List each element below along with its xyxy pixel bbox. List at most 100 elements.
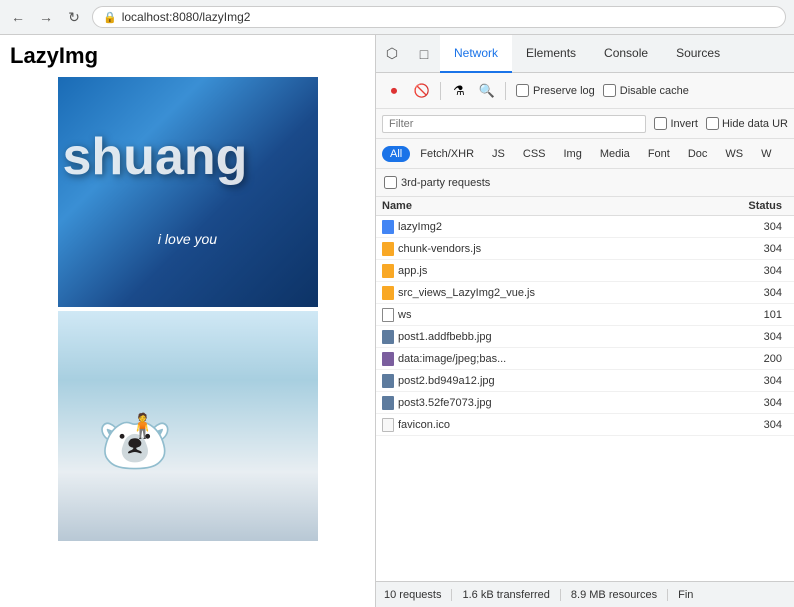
tab-console[interactable]: Console: [590, 35, 662, 73]
browser-chrome: ← → ↻ 🔒 localhost:8080/lazyImg2: [0, 0, 794, 35]
js-icon: [382, 286, 394, 300]
resources-size: 8.9 MB resources: [561, 589, 668, 601]
table-header: Name Status: [376, 197, 794, 216]
type-btn-w[interactable]: W: [753, 146, 779, 162]
hide-data-url-input[interactable]: [706, 117, 719, 130]
clear-button[interactable]: 🚫: [410, 79, 434, 103]
tab-elements[interactable]: Elements: [512, 35, 590, 73]
third-party-label: 3rd-party requests: [401, 177, 490, 189]
toolbar-separator-1: [440, 82, 441, 100]
hide-data-url-checkbox[interactable]: Hide data UR: [706, 117, 788, 130]
preserve-log-label: Preserve log: [533, 85, 595, 97]
table-row[interactable]: chunk-vendors.js 304: [376, 238, 794, 260]
img-icon: [382, 374, 394, 388]
network-table[interactable]: Name Status lazyImg2 304 chunk-vendors.j…: [376, 197, 794, 581]
page-title: LazyImg: [0, 35, 375, 77]
js-icon: [382, 264, 394, 278]
type-btn-fetch-xhr[interactable]: Fetch/XHR: [412, 146, 482, 162]
address-bar[interactable]: 🔒 localhost:8080/lazyImg2: [92, 6, 786, 28]
reload-button[interactable]: ↻: [64, 7, 84, 27]
forward-button[interactable]: →: [36, 7, 56, 27]
table-row[interactable]: post3.52fe7073.jpg 304: [376, 392, 794, 414]
devtools-toolbar: ⏺ 🚫 ⚗ 🔍 Preserve log Disable cache: [376, 73, 794, 109]
table-row[interactable]: data:image/jpeg;bas... 200: [376, 348, 794, 370]
type-btn-img[interactable]: Img: [556, 146, 590, 162]
table-row[interactable]: favicon.ico 304: [376, 414, 794, 436]
main-area: LazyImg shuang i love you 🐻‍❄️ 🧍 ⬡ □ Net…: [0, 35, 794, 607]
rider-icon: 🧍: [128, 412, 158, 441]
type-btn-all[interactable]: All: [382, 146, 410, 162]
preserve-log-checkbox[interactable]: Preserve log: [516, 84, 595, 97]
row-name: post3.52fe7073.jpg: [398, 397, 738, 409]
filter-input[interactable]: [382, 115, 646, 133]
page-content: LazyImg shuang i love you 🐻‍❄️ 🧍: [0, 35, 375, 607]
disable-cache-input[interactable]: [603, 84, 616, 97]
data-img-icon: [382, 352, 394, 366]
filter-icon-btn[interactable]: ⚗: [447, 79, 471, 103]
table-row[interactable]: post1.addfbebb.jpg 304: [376, 326, 794, 348]
image1-sub: i love you: [158, 231, 217, 247]
row-status: 304: [738, 375, 788, 387]
tab-sources[interactable]: Sources: [662, 35, 734, 73]
devtools-tabs: ⬡ □ Network Elements Console Sources: [376, 35, 794, 73]
js-icon: [382, 242, 394, 256]
type-btn-doc[interactable]: Doc: [680, 146, 716, 162]
invert-label: Invert: [670, 118, 698, 130]
type-btn-js[interactable]: JS: [484, 146, 513, 162]
type-btn-ws[interactable]: WS: [717, 146, 751, 162]
row-status: 304: [738, 397, 788, 409]
preserve-log-input[interactable]: [516, 84, 529, 97]
third-party-input[interactable]: [384, 176, 397, 189]
row-status: 304: [738, 331, 788, 343]
row-status: 304: [738, 265, 788, 277]
table-row[interactable]: ws 101: [376, 304, 794, 326]
back-button[interactable]: ←: [8, 7, 28, 27]
row-status: 304: [738, 221, 788, 233]
lock-icon: 🔒: [103, 11, 117, 24]
mobile-icon-btn[interactable]: □: [408, 35, 440, 73]
image-1: shuang i love you: [58, 77, 318, 307]
filter-row: Invert Hide data UR: [376, 109, 794, 139]
table-row[interactable]: lazyImg2 304: [376, 216, 794, 238]
img-icon: [382, 396, 394, 410]
row-name: post2.bd949a12.jpg: [398, 375, 738, 387]
image-2: 🐻‍❄️ 🧍: [58, 311, 318, 541]
type-btn-media[interactable]: Media: [592, 146, 638, 162]
table-row[interactable]: src_views_LazyImg2_vue.js 304: [376, 282, 794, 304]
col-status-header: Status: [738, 200, 788, 212]
img-icon: [382, 330, 394, 344]
toolbar-separator-2: [505, 82, 506, 100]
row-name: ws: [398, 309, 738, 321]
cursor-icon-btn[interactable]: ⬡: [376, 35, 408, 73]
row-name: app.js: [398, 265, 738, 277]
requests-count: 10 requests: [384, 589, 452, 601]
devtools-panel: ⬡ □ Network Elements Console Sources ⏺ 🚫…: [375, 35, 794, 607]
search-icon-btn[interactable]: 🔍: [475, 79, 499, 103]
tab-network[interactable]: Network: [440, 35, 512, 73]
status-bar: 10 requests 1.6 kB transferred 8.9 MB re…: [376, 581, 794, 607]
finish-text: Fin: [668, 589, 703, 601]
address-text: localhost:8080/lazyImg2: [122, 10, 251, 24]
favicon-icon: [382, 418, 394, 432]
table-row[interactable]: post2.bd949a12.jpg 304: [376, 370, 794, 392]
type-btn-css[interactable]: CSS: [515, 146, 554, 162]
col-name-header: Name: [382, 200, 738, 212]
disable-cache-label: Disable cache: [620, 85, 689, 97]
row-name: chunk-vendors.js: [398, 243, 738, 255]
hide-data-url-label: Hide data UR: [722, 118, 788, 130]
row-name: src_views_LazyImg2_vue.js: [398, 287, 738, 299]
type-btn-font[interactable]: Font: [640, 146, 678, 162]
doc-icon: [382, 220, 394, 234]
third-party-checkbox[interactable]: 3rd-party requests: [384, 176, 490, 189]
row-status: 304: [738, 287, 788, 299]
disable-cache-checkbox[interactable]: Disable cache: [603, 84, 689, 97]
invert-checkbox[interactable]: Invert: [654, 117, 698, 130]
row-status: 200: [738, 353, 788, 365]
ws-icon: [382, 308, 394, 322]
row-status: 304: [738, 243, 788, 255]
table-row[interactable]: app.js 304: [376, 260, 794, 282]
record-button[interactable]: ⏺: [382, 79, 406, 103]
invert-input[interactable]: [654, 117, 667, 130]
row-status: 101: [738, 309, 788, 321]
image1-text: shuang: [63, 127, 248, 187]
